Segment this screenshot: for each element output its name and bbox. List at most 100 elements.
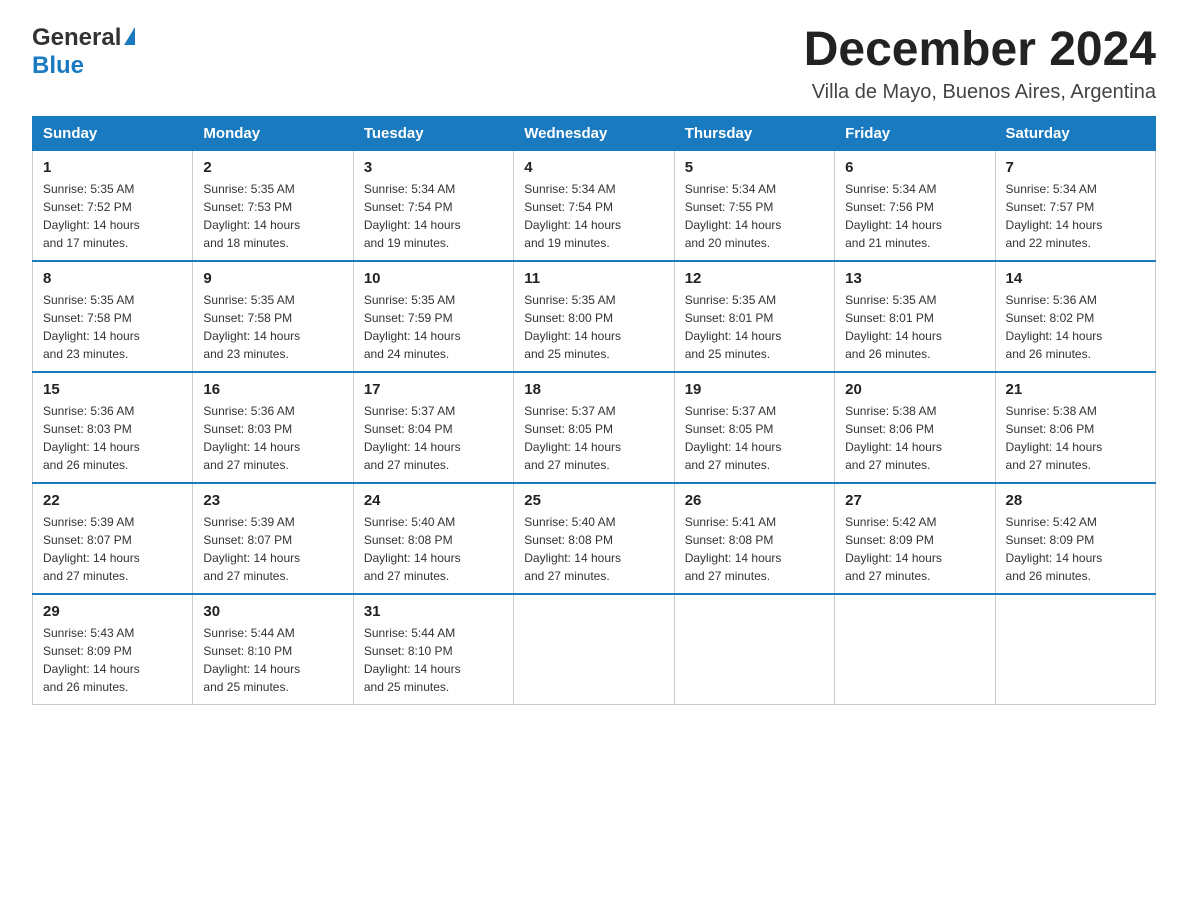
day-info: Sunrise: 5:37 AMSunset: 8:05 PMDaylight:… bbox=[685, 402, 824, 474]
table-row bbox=[995, 594, 1155, 705]
day-info: Sunrise: 5:39 AMSunset: 8:07 PMDaylight:… bbox=[43, 513, 182, 585]
day-number: 29 bbox=[43, 603, 182, 620]
day-number: 2 bbox=[203, 159, 342, 176]
table-row: 3 Sunrise: 5:34 AMSunset: 7:54 PMDaylight… bbox=[353, 150, 513, 261]
day-info: Sunrise: 5:43 AMSunset: 8:09 PMDaylight:… bbox=[43, 624, 182, 696]
day-number: 7 bbox=[1006, 159, 1145, 176]
table-row: 30 Sunrise: 5:44 AMSunset: 8:10 PMDayligh… bbox=[193, 594, 353, 705]
table-row: 19Sunrise: 5:37 AMSunset: 8:05 PMDayligh… bbox=[674, 372, 834, 483]
day-number: 18 bbox=[524, 381, 663, 398]
day-number: 3 bbox=[364, 159, 503, 176]
day-number: 22 bbox=[43, 492, 182, 509]
day-info: Sunrise: 5:36 AMSunset: 8:03 PMDaylight:… bbox=[43, 402, 182, 474]
day-info: Sunrise: 5:44 AMSunset: 8:10 PMDaylight:… bbox=[203, 624, 342, 696]
logo-general-text: General bbox=[32, 24, 121, 52]
day-number: 26 bbox=[685, 492, 824, 509]
page-header: General Blue December 2024 Villa de Mayo… bbox=[32, 24, 1156, 104]
day-info: Sunrise: 5:36 AMSunset: 8:02 PMDaylight:… bbox=[1006, 291, 1145, 363]
table-row: 1 Sunrise: 5:35 AMSunset: 7:52 PMDaylight… bbox=[33, 150, 193, 261]
table-row: 13 Sunrise: 5:35 AMSunset: 8:01 PMDayligh… bbox=[835, 261, 995, 372]
day-info: Sunrise: 5:42 AMSunset: 8:09 PMDaylight:… bbox=[1006, 513, 1145, 585]
day-number: 14 bbox=[1006, 270, 1145, 287]
day-info: Sunrise: 5:40 AMSunset: 8:08 PMDaylight:… bbox=[364, 513, 503, 585]
day-number: 9 bbox=[203, 270, 342, 287]
calendar-table: Sunday Monday Tuesday Wednesday Thursday… bbox=[32, 116, 1156, 705]
calendar-week-row: 22 Sunrise: 5:39 AMSunset: 8:07 PMDayligh… bbox=[33, 483, 1156, 594]
day-number: 5 bbox=[685, 159, 824, 176]
table-row: 2 Sunrise: 5:35 AMSunset: 7:53 PMDaylight… bbox=[193, 150, 353, 261]
table-row: 28 Sunrise: 5:42 AMSunset: 8:09 PMDayligh… bbox=[995, 483, 1155, 594]
day-info: Sunrise: 5:34 AMSunset: 7:54 PMDaylight:… bbox=[524, 180, 663, 252]
day-number: 10 bbox=[364, 270, 503, 287]
day-info: Sunrise: 5:35 AMSunset: 7:52 PMDaylight:… bbox=[43, 180, 182, 252]
logo-triangle-icon bbox=[124, 27, 135, 45]
table-row: 27Sunrise: 5:42 AMSunset: 8:09 PMDayligh… bbox=[835, 483, 995, 594]
table-row: 26 Sunrise: 5:41 AMSunset: 8:08 PMDayligh… bbox=[674, 483, 834, 594]
day-number: 23 bbox=[203, 492, 342, 509]
table-row: 18 Sunrise: 5:37 AMSunset: 8:05 PMDayligh… bbox=[514, 372, 674, 483]
day-number: 4 bbox=[524, 159, 663, 176]
table-row bbox=[514, 594, 674, 705]
day-info: Sunrise: 5:37 AMSunset: 8:05 PMDaylight:… bbox=[524, 402, 663, 474]
day-info: Sunrise: 5:34 AMSunset: 7:55 PMDaylight:… bbox=[685, 180, 824, 252]
day-info: Sunrise: 5:41 AMSunset: 8:08 PMDaylight:… bbox=[685, 513, 824, 585]
calendar-week-row: 1 Sunrise: 5:35 AMSunset: 7:52 PMDaylight… bbox=[33, 150, 1156, 261]
table-row: 15 Sunrise: 5:36 AMSunset: 8:03 PMDayligh… bbox=[33, 372, 193, 483]
day-number: 1 bbox=[43, 159, 182, 176]
table-row: 31 Sunrise: 5:44 AMSunset: 8:10 PMDayligh… bbox=[353, 594, 513, 705]
logo-blue-text: Blue bbox=[32, 52, 84, 79]
day-number: 11 bbox=[524, 270, 663, 287]
table-row: 14 Sunrise: 5:36 AMSunset: 8:02 PMDayligh… bbox=[995, 261, 1155, 372]
col-sunday: Sunday bbox=[33, 116, 193, 150]
table-row: 10Sunrise: 5:35 AMSunset: 7:59 PMDayligh… bbox=[353, 261, 513, 372]
table-row: 24Sunrise: 5:40 AMSunset: 8:08 PMDayligh… bbox=[353, 483, 513, 594]
col-monday: Monday bbox=[193, 116, 353, 150]
day-number: 25 bbox=[524, 492, 663, 509]
table-row: 12Sunrise: 5:35 AMSunset: 8:01 PMDayligh… bbox=[674, 261, 834, 372]
day-info: Sunrise: 5:34 AMSunset: 7:56 PMDaylight:… bbox=[845, 180, 984, 252]
table-row: 25Sunrise: 5:40 AMSunset: 8:08 PMDayligh… bbox=[514, 483, 674, 594]
table-row: 5 Sunrise: 5:34 AMSunset: 7:55 PMDaylight… bbox=[674, 150, 834, 261]
calendar-header-row: Sunday Monday Tuesday Wednesday Thursday… bbox=[33, 116, 1156, 150]
day-info: Sunrise: 5:37 AMSunset: 8:04 PMDaylight:… bbox=[364, 402, 503, 474]
table-row: 16 Sunrise: 5:36 AMSunset: 8:03 PMDayligh… bbox=[193, 372, 353, 483]
day-number: 27 bbox=[845, 492, 984, 509]
day-info: Sunrise: 5:35 AMSunset: 8:01 PMDaylight:… bbox=[845, 291, 984, 363]
day-info: Sunrise: 5:38 AMSunset: 8:06 PMDaylight:… bbox=[1006, 402, 1145, 474]
day-number: 13 bbox=[845, 270, 984, 287]
day-number: 17 bbox=[364, 381, 503, 398]
day-number: 30 bbox=[203, 603, 342, 620]
col-thursday: Thursday bbox=[674, 116, 834, 150]
day-number: 6 bbox=[845, 159, 984, 176]
day-number: 15 bbox=[43, 381, 182, 398]
table-row: 29 Sunrise: 5:43 AMSunset: 8:09 PMDayligh… bbox=[33, 594, 193, 705]
day-info: Sunrise: 5:35 AMSunset: 7:53 PMDaylight:… bbox=[203, 180, 342, 252]
table-row: 20Sunrise: 5:38 AMSunset: 8:06 PMDayligh… bbox=[835, 372, 995, 483]
table-row: 11Sunrise: 5:35 AMSunset: 8:00 PMDayligh… bbox=[514, 261, 674, 372]
col-tuesday: Tuesday bbox=[353, 116, 513, 150]
day-info: Sunrise: 5:36 AMSunset: 8:03 PMDaylight:… bbox=[203, 402, 342, 474]
day-number: 28 bbox=[1006, 492, 1145, 509]
day-number: 31 bbox=[364, 603, 503, 620]
day-info: Sunrise: 5:35 AMSunset: 7:58 PMDaylight:… bbox=[203, 291, 342, 363]
logo: General Blue bbox=[32, 24, 135, 80]
table-row bbox=[835, 594, 995, 705]
day-info: Sunrise: 5:34 AMSunset: 7:54 PMDaylight:… bbox=[364, 180, 503, 252]
page-title: December 2024 bbox=[804, 24, 1156, 77]
day-info: Sunrise: 5:35 AMSunset: 7:58 PMDaylight:… bbox=[43, 291, 182, 363]
table-row: 8Sunrise: 5:35 AMSunset: 7:58 PMDaylight… bbox=[33, 261, 193, 372]
table-row: 9 Sunrise: 5:35 AMSunset: 7:58 PMDaylight… bbox=[193, 261, 353, 372]
day-info: Sunrise: 5:34 AMSunset: 7:57 PMDaylight:… bbox=[1006, 180, 1145, 252]
day-info: Sunrise: 5:38 AMSunset: 8:06 PMDaylight:… bbox=[845, 402, 984, 474]
day-info: Sunrise: 5:44 AMSunset: 8:10 PMDaylight:… bbox=[364, 624, 503, 696]
day-number: 12 bbox=[685, 270, 824, 287]
day-number: 16 bbox=[203, 381, 342, 398]
calendar-week-row: 15 Sunrise: 5:36 AMSunset: 8:03 PMDayligh… bbox=[33, 372, 1156, 483]
table-row: 7 Sunrise: 5:34 AMSunset: 7:57 PMDaylight… bbox=[995, 150, 1155, 261]
table-row: 22 Sunrise: 5:39 AMSunset: 8:07 PMDayligh… bbox=[33, 483, 193, 594]
table-row: 4 Sunrise: 5:34 AMSunset: 7:54 PMDaylight… bbox=[514, 150, 674, 261]
day-number: 21 bbox=[1006, 381, 1145, 398]
col-saturday: Saturday bbox=[995, 116, 1155, 150]
title-block: December 2024 Villa de Mayo, Buenos Aire… bbox=[804, 24, 1156, 104]
table-row: 6 Sunrise: 5:34 AMSunset: 7:56 PMDaylight… bbox=[835, 150, 995, 261]
